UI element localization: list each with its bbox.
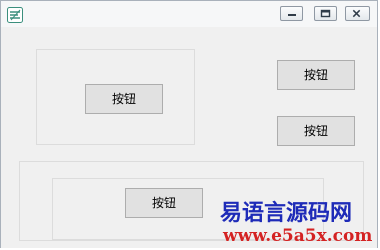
maximize-button[interactable] (314, 6, 337, 21)
close-icon (352, 9, 361, 18)
button-right-middle[interactable]: 按钮 (277, 116, 355, 146)
button-left[interactable]: 按钮 (85, 84, 163, 114)
button-right-top[interactable]: 按钮 (277, 60, 355, 90)
app-icon[interactable] (7, 7, 23, 23)
watermark-url: www.e5a5x.com (223, 226, 373, 246)
minimize-icon (288, 14, 296, 16)
close-button[interactable] (345, 6, 370, 21)
title-bar[interactable] (1, 1, 377, 28)
button-bottom[interactable]: 按钮 (125, 188, 203, 218)
watermark-title: 易语言源码网 (220, 200, 353, 226)
maximize-icon (320, 9, 331, 18)
minimize-button[interactable] (280, 6, 303, 21)
